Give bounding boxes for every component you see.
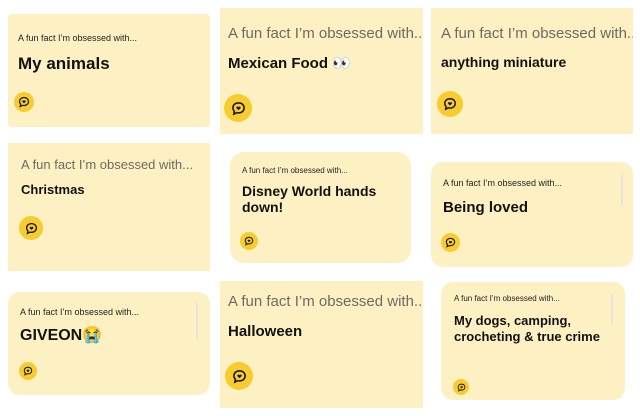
speech-bubble-heart-icon[interactable]	[441, 233, 460, 252]
prompt-label: A fun fact I’m obsessed with...	[228, 25, 423, 42]
speech-bubble-heart-icon[interactable]	[437, 91, 463, 117]
prompt-answer: anything miniature	[441, 54, 567, 70]
prompt-answer: Mexican Food 👀	[228, 55, 351, 72]
prompt-card: A fun fact I’m obsessed with... Disney W…	[230, 152, 411, 263]
prompt-label: A fun fact I’m obsessed with...	[20, 307, 140, 317]
prompt-answer: Disney World hands down!	[242, 183, 377, 216]
prompt-label: A fun fact I’m obsessed with...	[21, 157, 193, 172]
speech-bubble-heart-icon[interactable]	[225, 362, 253, 390]
scrollbar[interactable]	[196, 302, 198, 340]
speech-bubble-heart-icon[interactable]	[19, 216, 43, 240]
prompt-label: A fun fact I’m obsessed with...	[242, 166, 348, 175]
scrollbar[interactable]	[621, 174, 623, 206]
prompt-answer: My dogs, camping, crocheting & true crim…	[454, 313, 600, 344]
scrollbar[interactable]	[611, 294, 613, 324]
prompt-label: A fun fact I’m obsessed with...	[228, 293, 423, 310]
speech-bubble-heart-icon[interactable]	[14, 92, 34, 112]
prompt-card: A fun fact I’m obsessed with... My dogs,…	[441, 282, 625, 400]
prompt-card: A fun fact I’m obsessed with... Being lo…	[431, 162, 633, 267]
speech-bubble-heart-icon[interactable]	[224, 94, 252, 122]
prompt-card: A fun fact I’m obsessed with... My anima…	[8, 14, 210, 127]
prompt-label: A fun fact I’m obsessed with...	[454, 294, 560, 303]
prompt-card: A fun fact I’m obsessed with... anything…	[431, 8, 633, 134]
speech-bubble-heart-icon[interactable]	[19, 362, 37, 380]
prompt-answer: Christmas	[21, 182, 85, 197]
prompt-label: A fun fact I’m obsessed with...	[441, 25, 633, 42]
prompt-card: A fun fact I’m obsessed with... Mexican …	[220, 8, 423, 134]
prompt-label: A fun fact I’m obsessed with...	[443, 178, 563, 188]
prompt-answer: GIVEON😭	[20, 327, 103, 344]
prompt-label: A fun fact I’m obsessed with...	[18, 33, 138, 43]
speech-bubble-heart-icon[interactable]	[240, 232, 258, 250]
prompt-answer: Halloween	[228, 323, 303, 340]
prompt-card: A fun fact I’m obsessed with... Christma…	[8, 143, 210, 271]
prompt-card: A fun fact I’m obsessed with... Hallowee…	[220, 281, 423, 408]
speech-bubble-heart-icon[interactable]	[453, 379, 469, 395]
prompt-card: A fun fact I’m obsessed with... GIVEON😭	[8, 292, 210, 395]
prompt-answer: My animals	[18, 54, 110, 73]
prompt-answer: Being loved	[443, 199, 529, 216]
